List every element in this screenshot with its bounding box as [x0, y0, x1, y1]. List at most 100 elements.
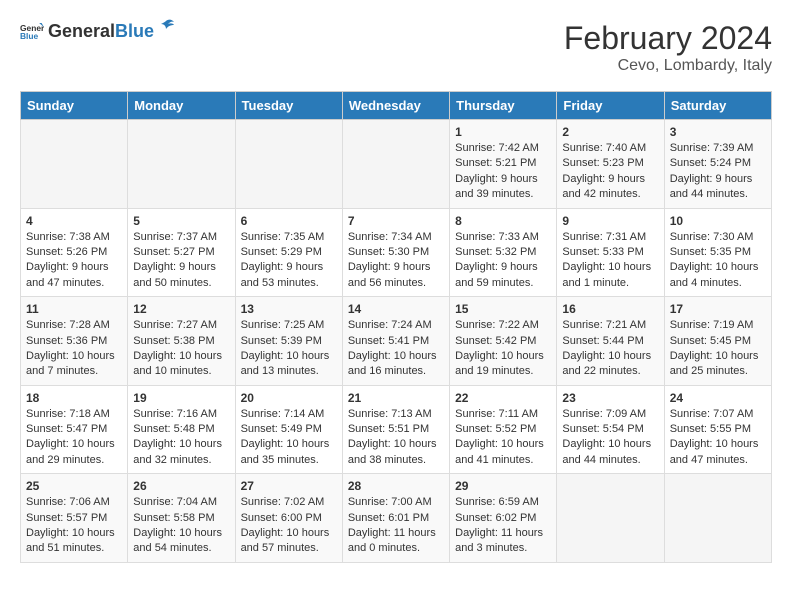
calendar-cell: 11 Sunrise: 7:28 AMSunset: 5:36 PMDayligh…: [21, 297, 128, 386]
day-info: Sunrise: 7:25 AMSunset: 5:39 PMDaylight:…: [241, 318, 337, 380]
day-number: 13: [241, 302, 337, 316]
calendar-cell: 18Sunrise: 7:18 AMSunset: 5:47 PMDayligh…: [21, 385, 128, 474]
day-number: 17: [670, 302, 766, 316]
calendar-cell: 25 Sunrise: 7:06 AMSunset: 5:57 PMDayligh…: [21, 474, 128, 563]
calendar-cell: 28Sunrise: 7:00 AMSunset: 6:01 PMDayligh…: [342, 474, 449, 563]
column-header-saturday: Saturday: [664, 92, 771, 120]
day-number: 2: [562, 125, 658, 139]
column-header-wednesday: Wednesday: [342, 92, 449, 120]
day-number: 23: [562, 391, 658, 405]
column-header-thursday: Thursday: [450, 92, 557, 120]
calendar-cell: 19 Sunrise: 7:16 AMSunset: 5:48 PMDayligh…: [128, 385, 235, 474]
day-number: 16: [562, 302, 658, 316]
calendar-week-row: 18Sunrise: 7:18 AMSunset: 5:47 PMDayligh…: [21, 385, 772, 474]
calendar-cell: 3 Sunrise: 7:39 AMSunset: 5:24 PMDaylight…: [664, 120, 771, 209]
day-number: 19: [133, 391, 229, 405]
day-number: 7: [348, 214, 444, 228]
day-number: 4: [26, 214, 122, 228]
calendar-cell: [664, 474, 771, 563]
day-number: 3: [670, 125, 766, 139]
calendar-week-row: 1Sunrise: 7:42 AMSunset: 5:21 PMDaylight…: [21, 120, 772, 209]
calendar-cell: [128, 120, 235, 209]
day-info: Sunrise: 7:00 AMSunset: 6:01 PMDaylight:…: [348, 495, 444, 557]
day-info: Sunrise: 7:18 AMSunset: 5:47 PMDaylight:…: [26, 407, 122, 469]
calendar-cell: [557, 474, 664, 563]
day-number: 11: [26, 302, 122, 316]
day-info: Sunrise: 7:19 AMSunset: 5:45 PMDaylight:…: [670, 318, 766, 380]
calendar-week-row: 4 Sunrise: 7:38 AMSunset: 5:26 PMDaylight…: [21, 208, 772, 297]
calendar-cell: 20 Sunrise: 7:14 AMSunset: 5:49 PMDayligh…: [235, 385, 342, 474]
day-number: 9: [562, 214, 658, 228]
day-info: Sunrise: 7:21 AMSunset: 5:44 PMDaylight:…: [562, 318, 658, 380]
day-info: Sunrise: 7:24 AMSunset: 5:41 PMDaylight:…: [348, 318, 444, 380]
day-info: Sunrise: 7:35 AMSunset: 5:29 PMDaylight:…: [241, 230, 337, 292]
day-number: 10: [670, 214, 766, 228]
day-info: Sunrise: 7:30 AMSunset: 5:35 PMDaylight:…: [670, 230, 766, 292]
calendar-cell: 10 Sunrise: 7:30 AMSunset: 5:35 PMDayligh…: [664, 208, 771, 297]
day-number: 20: [241, 391, 337, 405]
calendar-cell: 13 Sunrise: 7:25 AMSunset: 5:39 PMDayligh…: [235, 297, 342, 386]
title-area: February 2024 Cevo, Lombardy, Italy: [564, 20, 772, 75]
calendar-cell: 4 Sunrise: 7:38 AMSunset: 5:26 PMDaylight…: [21, 208, 128, 297]
day-number: 26: [133, 479, 229, 493]
calendar-cell: 6 Sunrise: 7:35 AMSunset: 5:29 PMDaylight…: [235, 208, 342, 297]
calendar-table: SundayMondayTuesdayWednesdayThursdayFrid…: [20, 91, 772, 563]
day-info: Sunrise: 7:14 AMSunset: 5:49 PMDaylight:…: [241, 407, 337, 469]
logo-blue-text: Blue: [115, 22, 154, 42]
day-info: Sunrise: 7:13 AMSunset: 5:51 PMDaylight:…: [348, 407, 444, 469]
day-number: 27: [241, 479, 337, 493]
calendar-cell: 23 Sunrise: 7:09 AMSunset: 5:54 PMDayligh…: [557, 385, 664, 474]
day-number: 29: [455, 479, 551, 493]
day-info: Sunrise: 7:22 AMSunset: 5:42 PMDaylight:…: [455, 318, 551, 380]
calendar-cell: 7 Sunrise: 7:34 AMSunset: 5:30 PMDaylight…: [342, 208, 449, 297]
day-number: 21: [348, 391, 444, 405]
day-number: 5: [133, 214, 229, 228]
logo-icon: General Blue: [20, 20, 44, 44]
day-number: 6: [241, 214, 337, 228]
day-info: Sunrise: 7:34 AMSunset: 5:30 PMDaylight:…: [348, 230, 444, 292]
logo-general-text: General: [48, 22, 115, 42]
day-info: Sunrise: 7:39 AMSunset: 5:24 PMDaylight:…: [670, 141, 766, 203]
calendar-cell: 1Sunrise: 7:42 AMSunset: 5:21 PMDaylight…: [450, 120, 557, 209]
calendar-cell: 17 Sunrise: 7:19 AMSunset: 5:45 PMDayligh…: [664, 297, 771, 386]
page-title: February 2024: [564, 20, 772, 57]
day-info: Sunrise: 7:04 AMSunset: 5:58 PMDaylight:…: [133, 495, 229, 557]
day-info: Sunrise: 7:31 AMSunset: 5:33 PMDaylight:…: [562, 230, 658, 292]
day-number: 14: [348, 302, 444, 316]
day-number: 15: [455, 302, 551, 316]
day-info: Sunrise: 7:28 AMSunset: 5:36 PMDaylight:…: [26, 318, 122, 380]
day-info: Sunrise: 7:27 AMSunset: 5:38 PMDaylight:…: [133, 318, 229, 380]
day-info: Sunrise: 7:07 AMSunset: 5:55 PMDaylight:…: [670, 407, 766, 469]
day-number: 1: [455, 125, 551, 139]
svg-text:Blue: Blue: [20, 31, 39, 41]
day-info: Sunrise: 7:11 AMSunset: 5:52 PMDaylight:…: [455, 407, 551, 469]
calendar-cell: 15 Sunrise: 7:22 AMSunset: 5:42 PMDayligh…: [450, 297, 557, 386]
column-header-friday: Friday: [557, 92, 664, 120]
day-number: 12: [133, 302, 229, 316]
day-number: 8: [455, 214, 551, 228]
day-number: 22: [455, 391, 551, 405]
logo: General Blue GeneralBlue: [20, 20, 176, 44]
day-info: Sunrise: 7:38 AMSunset: 5:26 PMDaylight:…: [26, 230, 122, 292]
calendar-cell: 29Sunrise: 6:59 AMSunset: 6:02 PMDayligh…: [450, 474, 557, 563]
calendar-cell: 22 Sunrise: 7:11 AMSunset: 5:52 PMDayligh…: [450, 385, 557, 474]
day-info: Sunrise: 7:16 AMSunset: 5:48 PMDaylight:…: [133, 407, 229, 469]
day-info: Sunrise: 7:06 AMSunset: 5:57 PMDaylight:…: [26, 495, 122, 557]
column-header-tuesday: Tuesday: [235, 92, 342, 120]
calendar-cell: [342, 120, 449, 209]
calendar-cell: 16 Sunrise: 7:21 AMSunset: 5:44 PMDayligh…: [557, 297, 664, 386]
calendar-cell: [235, 120, 342, 209]
day-info: Sunrise: 7:02 AMSunset: 6:00 PMDaylight:…: [241, 495, 337, 557]
page-subtitle: Cevo, Lombardy, Italy: [564, 57, 772, 75]
calendar-cell: 26 Sunrise: 7:04 AMSunset: 5:58 PMDayligh…: [128, 474, 235, 563]
calendar-cell: 14 Sunrise: 7:24 AMSunset: 5:41 PMDayligh…: [342, 297, 449, 386]
day-info: Sunrise: 7:09 AMSunset: 5:54 PMDaylight:…: [562, 407, 658, 469]
day-number: 24: [670, 391, 766, 405]
calendar-cell: 8 Sunrise: 7:33 AMSunset: 5:32 PMDaylight…: [450, 208, 557, 297]
day-info: Sunrise: 7:33 AMSunset: 5:32 PMDaylight:…: [455, 230, 551, 292]
day-info: Sunrise: 7:37 AMSunset: 5:27 PMDaylight:…: [133, 230, 229, 292]
calendar-cell: 2Sunrise: 7:40 AMSunset: 5:23 PMDaylight…: [557, 120, 664, 209]
calendar-cell: 21 Sunrise: 7:13 AMSunset: 5:51 PMDayligh…: [342, 385, 449, 474]
day-number: 25: [26, 479, 122, 493]
column-header-sunday: Sunday: [21, 92, 128, 120]
